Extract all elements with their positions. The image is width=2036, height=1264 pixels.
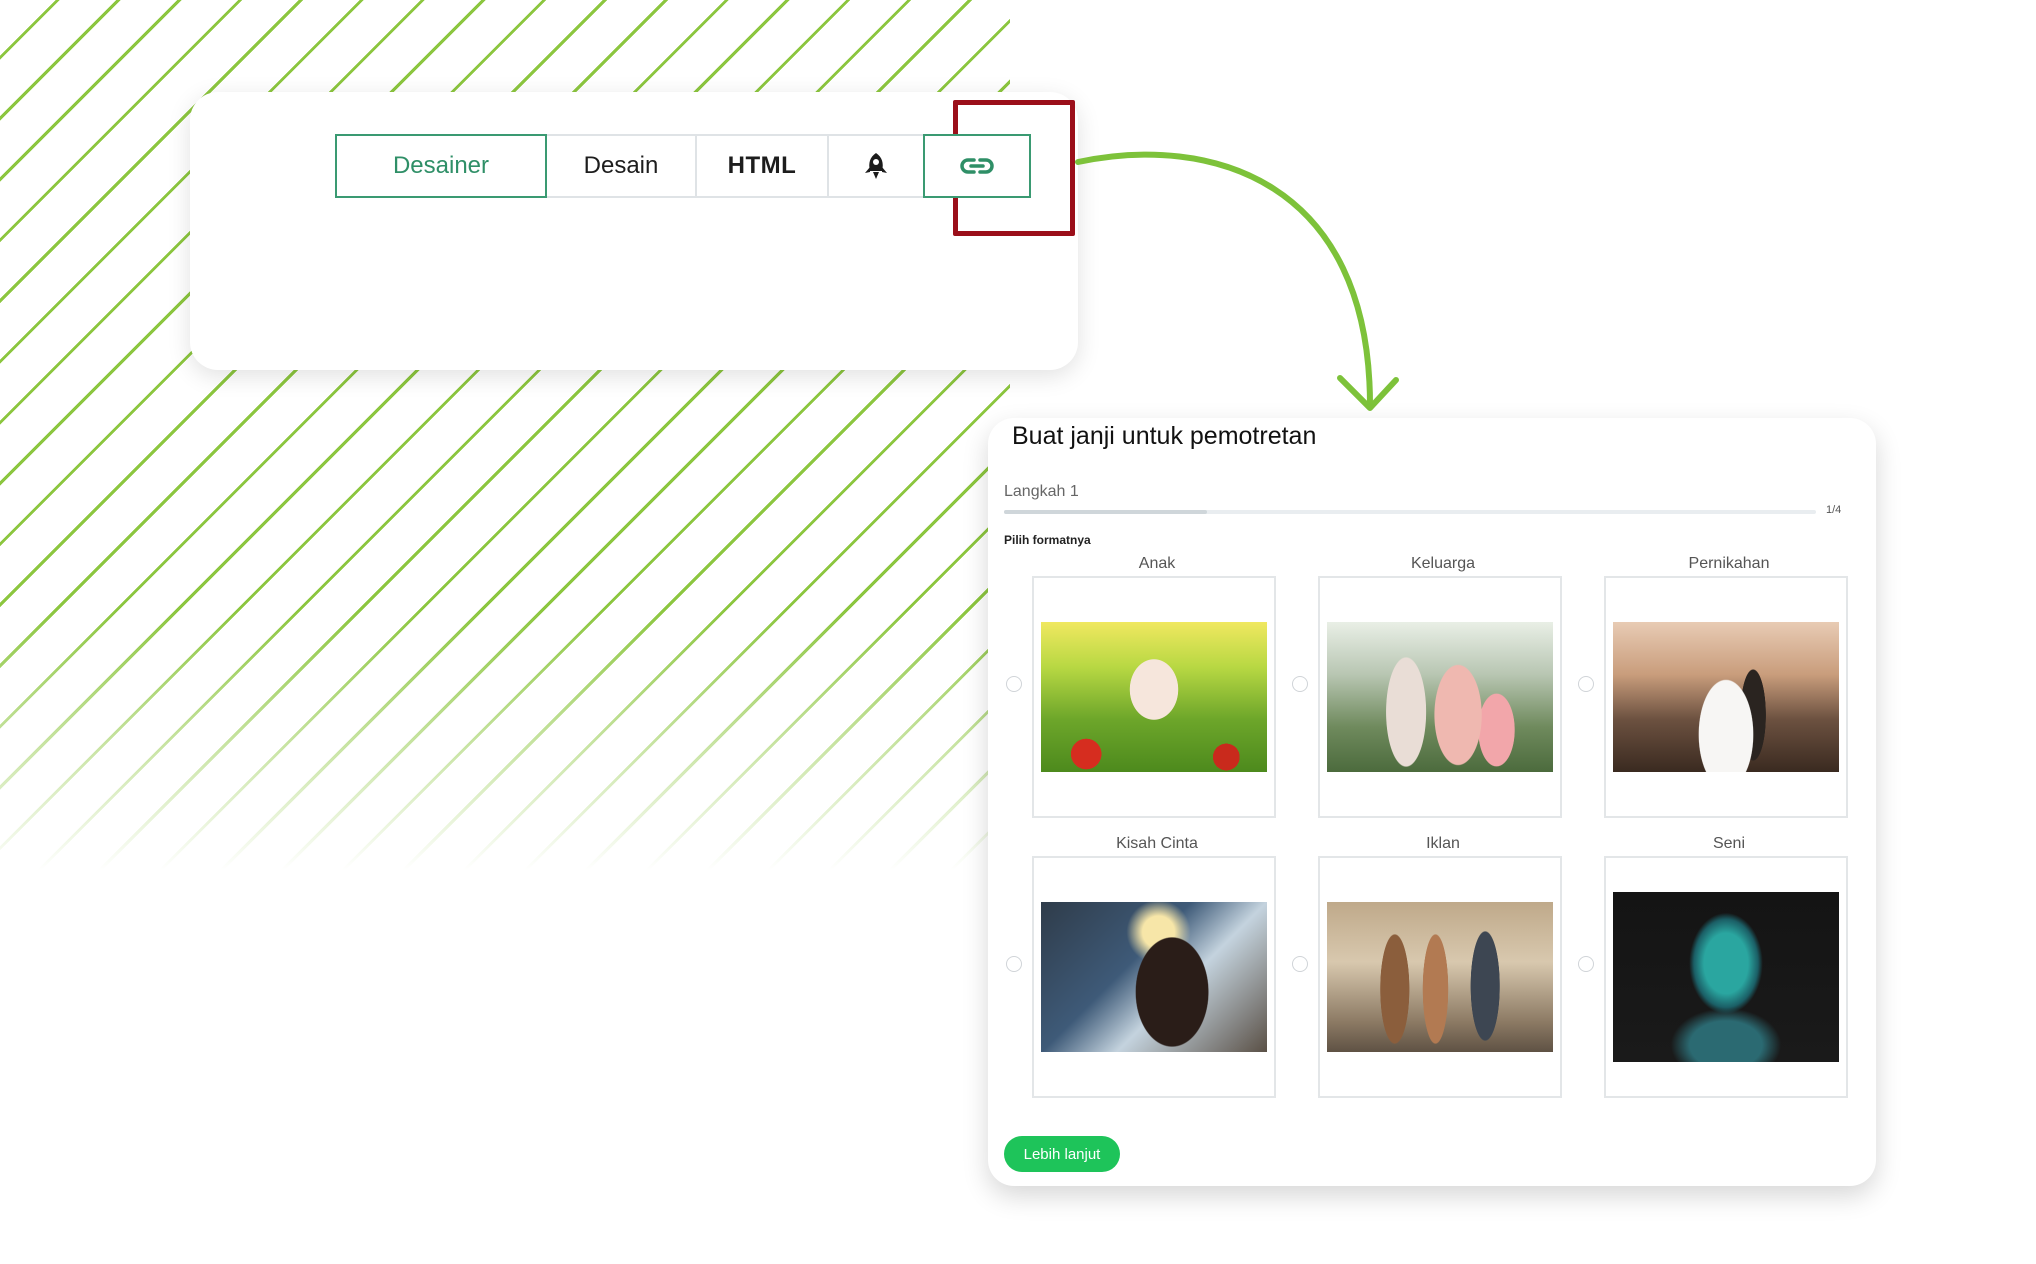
curved-arrow-icon [1075,151,1399,411]
link-button[interactable] [923,134,1031,198]
tab-desainer[interactable]: Desainer [335,134,547,198]
format-options-grid: Anak Keluarga Pernikahan Kisah Cinta Ikl… [1000,552,1856,1098]
photo-baby-in-grass [1041,622,1267,772]
option-label: Kisah Cinta [1116,835,1198,852]
toolbar-card: Desainer Desain HTML [190,92,1078,370]
section-label: Pilih formatnya [1004,533,1091,547]
option-frame[interactable] [1604,576,1848,818]
tab-desainer-label: Desainer [392,152,490,179]
option-radio[interactable] [1578,956,1594,972]
next-button-label: Lebih lanjut [1023,1145,1101,1163]
option-label: Seni [1712,835,1746,852]
tab-html[interactable]: HTML [695,134,829,198]
option-seni[interactable]: Seni [1572,832,1858,1098]
option-iklan[interactable]: Iklan [1286,832,1572,1098]
rocket-button[interactable] [827,134,925,198]
photo-couple-winter [1041,902,1267,1052]
step-label: Langkah 1 [1004,483,1079,500]
rocket-icon [865,153,887,179]
option-frame[interactable] [1032,576,1276,818]
option-frame[interactable] [1318,856,1562,1098]
option-keluarga[interactable]: Keluarga [1286,552,1572,818]
editor-mode-tabs: Desainer Desain HTML [335,134,1031,198]
option-radio[interactable] [1006,676,1022,692]
option-label: Keluarga [1410,555,1476,572]
option-radio[interactable] [1292,956,1308,972]
tab-desain-label: Desain [583,152,659,179]
option-label: Pernikahan [1688,555,1770,572]
option-frame[interactable] [1318,576,1562,818]
option-radio[interactable] [1006,956,1022,972]
progress-count: 1/4 [1826,504,1842,516]
option-label: Iklan [1426,835,1460,852]
progress-fill [1004,510,1207,514]
next-button[interactable]: Lebih lanjut [1004,1136,1120,1172]
photo-fashion-group [1327,902,1553,1052]
option-label: Anak [1138,555,1176,572]
photo-art-makeup [1613,892,1839,1062]
progress-bar [1004,510,1816,514]
option-kisah-cinta[interactable]: Kisah Cinta [1000,832,1286,1098]
option-radio[interactable] [1292,676,1308,692]
option-frame[interactable] [1032,856,1276,1098]
link-icon [960,158,994,174]
photo-family [1327,622,1553,772]
tab-html-label: HTML [727,152,797,179]
option-pernikahan[interactable]: Pernikahan [1572,552,1858,818]
option-frame[interactable] [1604,856,1848,1098]
photo-wedding-couple [1613,622,1839,772]
option-anak[interactable]: Anak [1000,552,1286,818]
form-title: Buat janji untuk pemotretan [1012,422,1317,450]
option-radio[interactable] [1578,676,1594,692]
tab-desain[interactable]: Desain [545,134,697,198]
